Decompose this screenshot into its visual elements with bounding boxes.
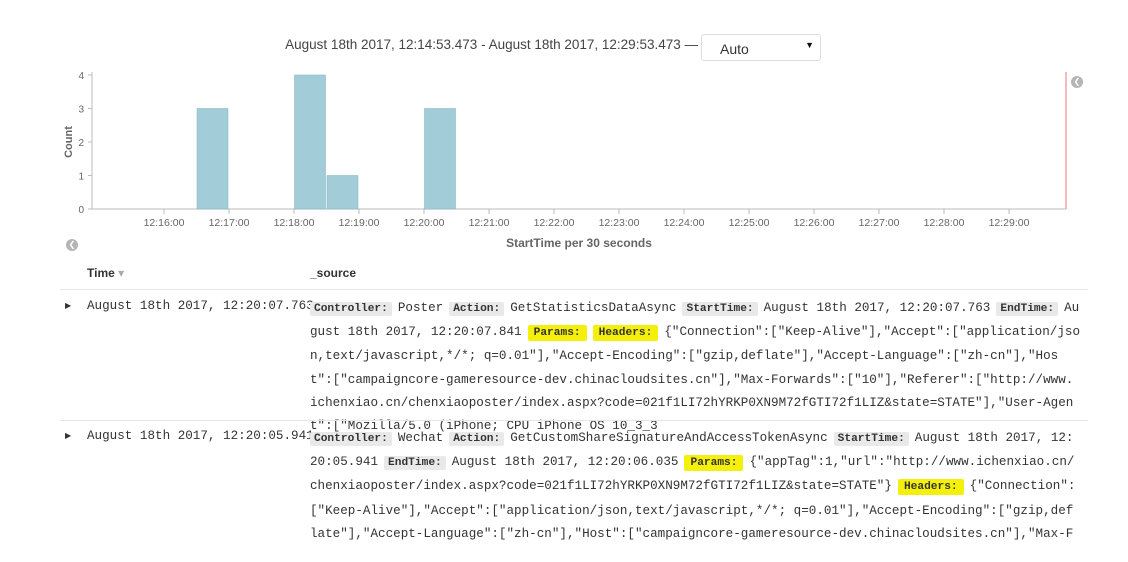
- time-column-header[interactable]: Time ▾: [87, 266, 124, 280]
- x-tick-label: 12:27:00: [859, 217, 900, 229]
- field-value: Wechat: [397, 431, 444, 445]
- y-tick-label: 0: [78, 205, 84, 216]
- histogram-bar: [424, 108, 456, 210]
- field-key: Params:: [527, 325, 587, 342]
- row-time: August 18th 2017, 12:20:05.941: [87, 429, 314, 443]
- row-source: Controller: Poster Action: GetStatisticsDat…: [310, 297, 1080, 438]
- x-tick-label: 12:16:00: [144, 217, 185, 229]
- histogram-bar: [326, 175, 359, 210]
- x-tick-label: 12:17:00: [209, 217, 250, 229]
- expand-row-icon[interactable]: ▶: [65, 431, 71, 440]
- x-tick-label: 12:24:00: [664, 217, 705, 229]
- field-key: EndTime:: [384, 456, 446, 471]
- field-key: Controller:: [310, 302, 392, 316]
- histogram-bar: [294, 74, 326, 210]
- x-tick-label: 12:18:00: [274, 217, 315, 229]
- time-column-label: Time: [87, 266, 115, 280]
- field-key: Action:: [449, 432, 505, 446]
- field-value: August 18th 2017, 12:20:07.763: [763, 301, 991, 315]
- field-value: GetCustomShareSignatureAndAccessTokenAsy…: [510, 431, 828, 445]
- row-divider: [60, 420, 1088, 421]
- field-key: Headers:: [592, 325, 659, 342]
- y-tick-label: 1: [78, 172, 84, 183]
- field-key: EndTime:: [996, 302, 1059, 316]
- histogram-bar: [196, 108, 229, 210]
- field-key: Headers:: [897, 479, 964, 496]
- x-tick-label: 12:21:00: [469, 217, 510, 229]
- y-axis-title: Count: [63, 126, 75, 158]
- y-tick-label: 4: [78, 71, 84, 82]
- field-key: Controller:: [310, 432, 392, 446]
- row-time: August 18th 2017, 12:20:07.763: [87, 299, 314, 313]
- field-value: GetStatisticsDataAsync: [510, 301, 677, 315]
- field-key: Action:: [449, 302, 505, 316]
- field-key: StartTime:: [833, 432, 909, 446]
- x-tick-label: 12:25:00: [729, 217, 770, 229]
- field-key: Params:: [684, 455, 744, 472]
- expand-row-icon[interactable]: ▶: [65, 301, 71, 310]
- field-value: {"Connection":["Keep-Alive"],"Accept":["…: [310, 325, 1081, 434]
- x-tick-label: 12:23:00: [599, 217, 640, 229]
- sort-icon: ▾: [118, 266, 125, 280]
- x-tick-label: 12:20:00: [404, 217, 445, 229]
- x-tick-label: 12:22:00: [534, 217, 575, 229]
- x-tick-label: 12:28:00: [924, 217, 965, 229]
- header-divider: [60, 289, 1088, 290]
- y-tick-label: 3: [78, 105, 84, 116]
- field-value: August 18th 2017, 12:20:06.035: [451, 455, 679, 470]
- x-axis-title: StartTime per 30 seconds: [506, 236, 652, 250]
- x-tick-label: 12:19:00: [339, 217, 380, 229]
- x-tick-label: 12:29:00: [989, 217, 1030, 229]
- row-source: Controller: Wechat Action: GetCustomShareSi…: [310, 427, 1080, 547]
- x-tick-label: 12:26:00: [794, 217, 835, 229]
- chevron-up-icon[interactable]: ❮: [66, 239, 78, 251]
- source-column-header: _source: [310, 266, 357, 280]
- y-tick-label: 2: [78, 138, 84, 149]
- field-value: Poster: [397, 301, 444, 315]
- histogram-chart: 0 1 2 3 4 12:16:00 12:17:00 12:18:00 12:19:00 12:…: [63, 71, 1067, 250]
- field-key: StartTime:: [682, 302, 758, 316]
